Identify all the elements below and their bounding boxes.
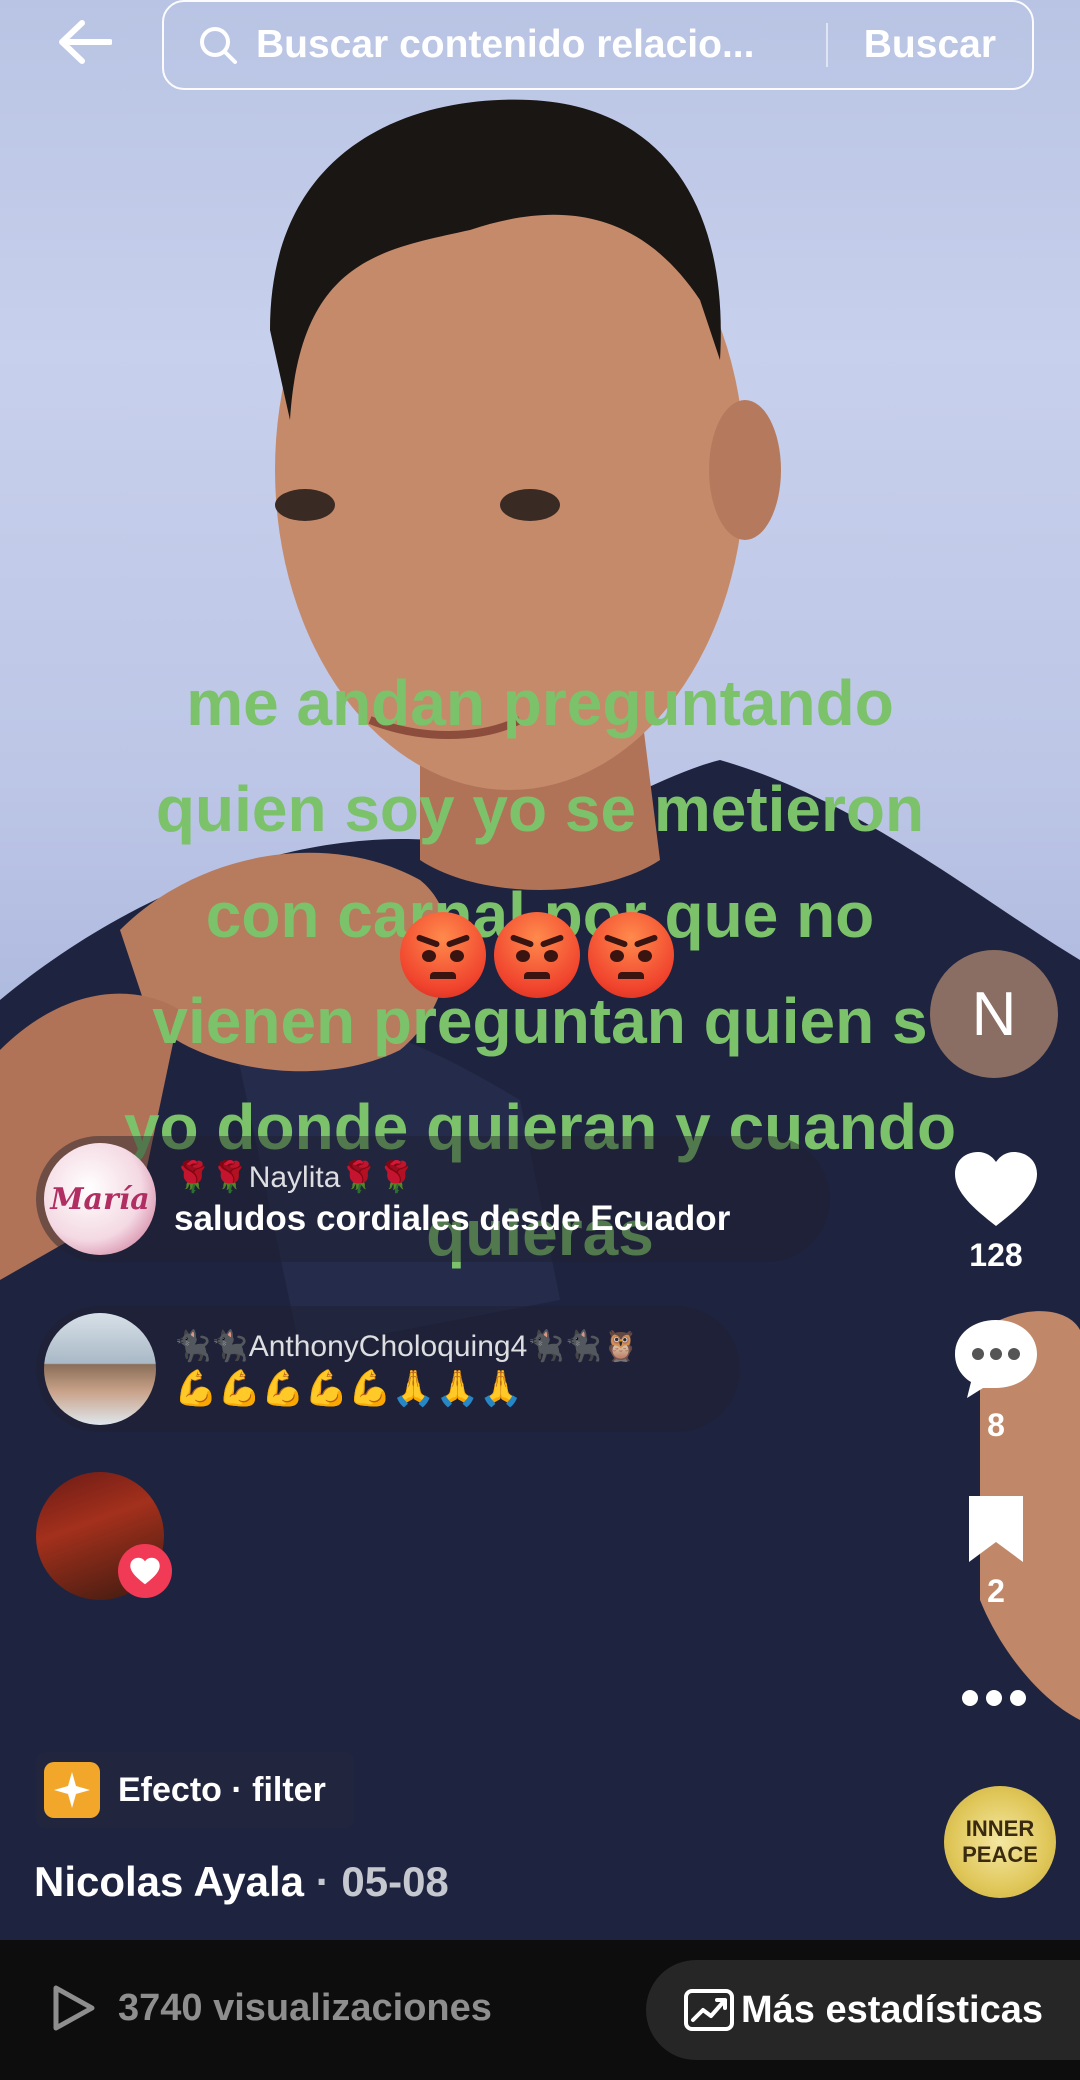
comment-username: 🌹🌹Naylita🌹🌹 (174, 1160, 416, 1194)
save-count: 2 (987, 1573, 1005, 1609)
angry-face-icon (400, 912, 486, 998)
back-arrow-icon (59, 20, 112, 64)
commenter-avatar (44, 1313, 156, 1425)
sparkle-icon (44, 1762, 100, 1818)
back-button[interactable] (50, 14, 120, 70)
music-disc-line: PEACE (962, 1842, 1038, 1867)
caption-line: me andan preguntando (186, 667, 894, 739)
search-icon (198, 23, 242, 67)
angry-emoji-row (400, 912, 674, 998)
comment-button[interactable]: 8 (946, 1318, 1046, 1444)
creator-avatar[interactable]: N (930, 950, 1058, 1078)
views-indicator: 3740 visualizaciones (52, 1984, 492, 2032)
dot-icon (962, 1690, 978, 1706)
heart-badge-icon (118, 1544, 172, 1598)
play-icon (53, 1985, 95, 2031)
commenter-avatar: María (44, 1143, 156, 1255)
music-disc-line: INNER (965, 1816, 1035, 1841)
search-bar[interactable]: Buscar contenido relacio... Buscar (162, 0, 1034, 90)
angry-face-icon (494, 912, 580, 998)
music-disc[interactable]: INNER PEACE (944, 1786, 1056, 1898)
comment-bubble-icon (955, 1320, 1037, 1398)
effect-label: Efecto · filter (118, 1770, 326, 1809)
caption-line: quien soy yo se metieron (155, 773, 925, 845)
comment-username: 🐈‍⬛🐈‍⬛AnthonyCholoquing4🐈‍⬛🐈‍⬛🦉 (174, 1330, 640, 1363)
comment-text: saludos cordiales desde Ecuador (174, 1198, 731, 1238)
bottom-stats-bar: 3740 visualizaciones Más estadísticas (0, 1940, 1080, 2080)
heart-icon (955, 1152, 1037, 1226)
dot-icon (986, 1690, 1002, 1706)
effect-chip[interactable]: Efecto · filter (36, 1752, 354, 1828)
author-line: Nicolas Ayala · 05-08 (34, 1858, 449, 1906)
comment-text: 💪💪💪💪💪🙏🙏🙏 (174, 1369, 523, 1408)
more-stats-button[interactable]: Más estadísticas (646, 1960, 1080, 2060)
angry-face-icon (588, 912, 674, 998)
author-name[interactable]: Nicolas Ayala (34, 1858, 304, 1905)
author-separator: · (304, 1858, 342, 1905)
more-stats-label: Más estadísticas (740, 1988, 1044, 2031)
like-button[interactable]: 128 (946, 1150, 1046, 1274)
bookmark-icon (969, 1496, 1023, 1562)
like-count: 128 (969, 1237, 1023, 1273)
views-count: 3740 visualizaciones (118, 1986, 492, 2029)
save-button[interactable]: 2 (946, 1492, 1046, 1610)
dot-icon (1010, 1690, 1026, 1706)
trend-chart-icon (683, 1989, 734, 2031)
comment-count: 8 (987, 1407, 1005, 1443)
search-button[interactable]: Buscar (828, 23, 1032, 67)
video-player[interactable]: Buscar contenido relacio... Buscar me an… (0, 0, 1080, 1940)
search-input[interactable]: Buscar contenido relacio... (256, 23, 826, 67)
live-comment[interactable]: 🐈‍⬛🐈‍⬛AnthonyCholoquing4🐈‍⬛🐈‍⬛🦉 💪💪💪💪💪🙏🙏🙏 (36, 1306, 740, 1432)
post-date: 05-08 (341, 1858, 449, 1905)
live-comment[interactable]: María 🌹🌹Naylita🌹🌹 saludos cordiales desd… (36, 1136, 830, 1262)
more-options-button[interactable] (962, 1690, 1026, 1706)
